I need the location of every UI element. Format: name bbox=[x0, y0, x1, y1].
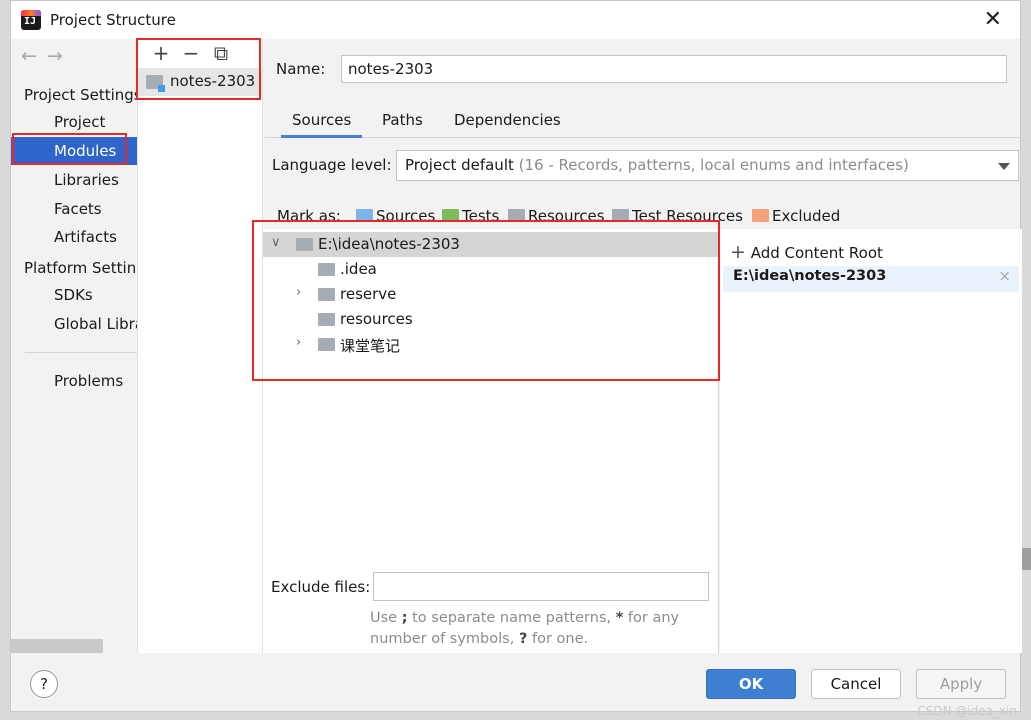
module-name-input[interactable] bbox=[341, 55, 1007, 83]
mark-excluded-label: Excluded bbox=[772, 207, 841, 225]
close-icon[interactable]: ✕ bbox=[984, 7, 1002, 32]
sidebar-item-sdks[interactable]: SDKs bbox=[11, 281, 137, 309]
tab-sources[interactable]: Sources bbox=[281, 105, 363, 138]
sidebar-item-facets[interactable]: Facets bbox=[11, 195, 137, 223]
exclude-files-input[interactable] bbox=[373, 572, 709, 601]
sidebar-item-project[interactable]: Project bbox=[11, 108, 137, 136]
hint-text: for one. bbox=[527, 631, 589, 647]
name-label: Name: bbox=[276, 60, 326, 78]
sidebar-divider bbox=[25, 352, 137, 353]
module-tabs: Sources Paths Dependencies bbox=[265, 105, 1022, 138]
hint-text: Use bbox=[370, 610, 402, 626]
exclude-files-hint: Use ; to separate name patterns, * for a… bbox=[370, 608, 690, 650]
tab-paths[interactable]: Paths bbox=[371, 105, 434, 138]
excluded-folder-icon bbox=[752, 209, 769, 222]
highlight-box-module bbox=[136, 38, 261, 100]
apply-button[interactable]: Apply bbox=[916, 669, 1006, 699]
chevron-down-icon bbox=[998, 163, 1010, 170]
cancel-button[interactable]: Cancel bbox=[811, 669, 901, 699]
add-content-root-button[interactable]: + Add Content Root bbox=[730, 241, 883, 263]
plus-icon: + bbox=[730, 241, 746, 263]
add-content-root-label: Add Content Root bbox=[750, 244, 883, 262]
language-level-select[interactable]: Project default (16 - Records, patterns,… bbox=[396, 150, 1019, 181]
screen-scrollbar bbox=[1022, 548, 1031, 570]
forward-arrow-icon[interactable]: → bbox=[47, 45, 73, 67]
tab-dependencies[interactable]: Dependencies bbox=[443, 105, 572, 138]
module-list-panel: + − ⧉ notes-2303 bbox=[137, 39, 263, 653]
platform-settings-header: Platform Settings bbox=[24, 259, 137, 277]
language-level-label: Language level: bbox=[272, 156, 392, 174]
nav-arrows: ←→ bbox=[21, 45, 73, 67]
back-arrow-icon[interactable]: ← bbox=[21, 45, 47, 67]
project-settings-header: Project Settings bbox=[24, 86, 137, 104]
language-level-value: Project default bbox=[405, 156, 514, 174]
title-bar: IJ Project Structure ✕ bbox=[11, 1, 1020, 39]
content-root-panel: + Add Content Root E:\idea\notes-2303 × bbox=[720, 229, 1022, 653]
mark-excluded-button[interactable]: Excluded bbox=[752, 207, 840, 225]
content-root-item[interactable]: E:\idea\notes-2303 × bbox=[723, 266, 1019, 292]
help-button[interactable]: ? bbox=[30, 670, 58, 698]
content-root-path: E:\idea\notes-2303 bbox=[733, 268, 887, 284]
remove-content-root-icon[interactable]: × bbox=[998, 267, 1011, 285]
exclude-files-label: Exclude files: bbox=[271, 578, 371, 596]
highlight-box-modules-nav bbox=[12, 133, 127, 165]
sidebar-item-artifacts[interactable]: Artifacts bbox=[11, 223, 137, 251]
ok-button[interactable]: OK bbox=[706, 669, 796, 699]
language-level-detail: (16 - Records, patterns, local enums and… bbox=[518, 156, 909, 174]
highlight-box-tree bbox=[252, 220, 720, 381]
watermark: CSDN @idea_xin bbox=[917, 704, 1017, 718]
hint-text: to separate name patterns, bbox=[407, 610, 616, 626]
settings-sidebar: ←→ Project Settings Project Modules Libr… bbox=[11, 39, 137, 653]
sidebar-item-libraries[interactable]: Libraries bbox=[11, 166, 137, 194]
sidebar-scrollbar[interactable] bbox=[11, 639, 103, 653]
sidebar-item-problems[interactable]: Problems bbox=[11, 367, 137, 395]
sidebar-item-global-libraries[interactable]: Global Libraries bbox=[11, 310, 137, 338]
window-title: Project Structure bbox=[50, 11, 176, 29]
intellij-logo-icon: IJ bbox=[21, 10, 41, 30]
